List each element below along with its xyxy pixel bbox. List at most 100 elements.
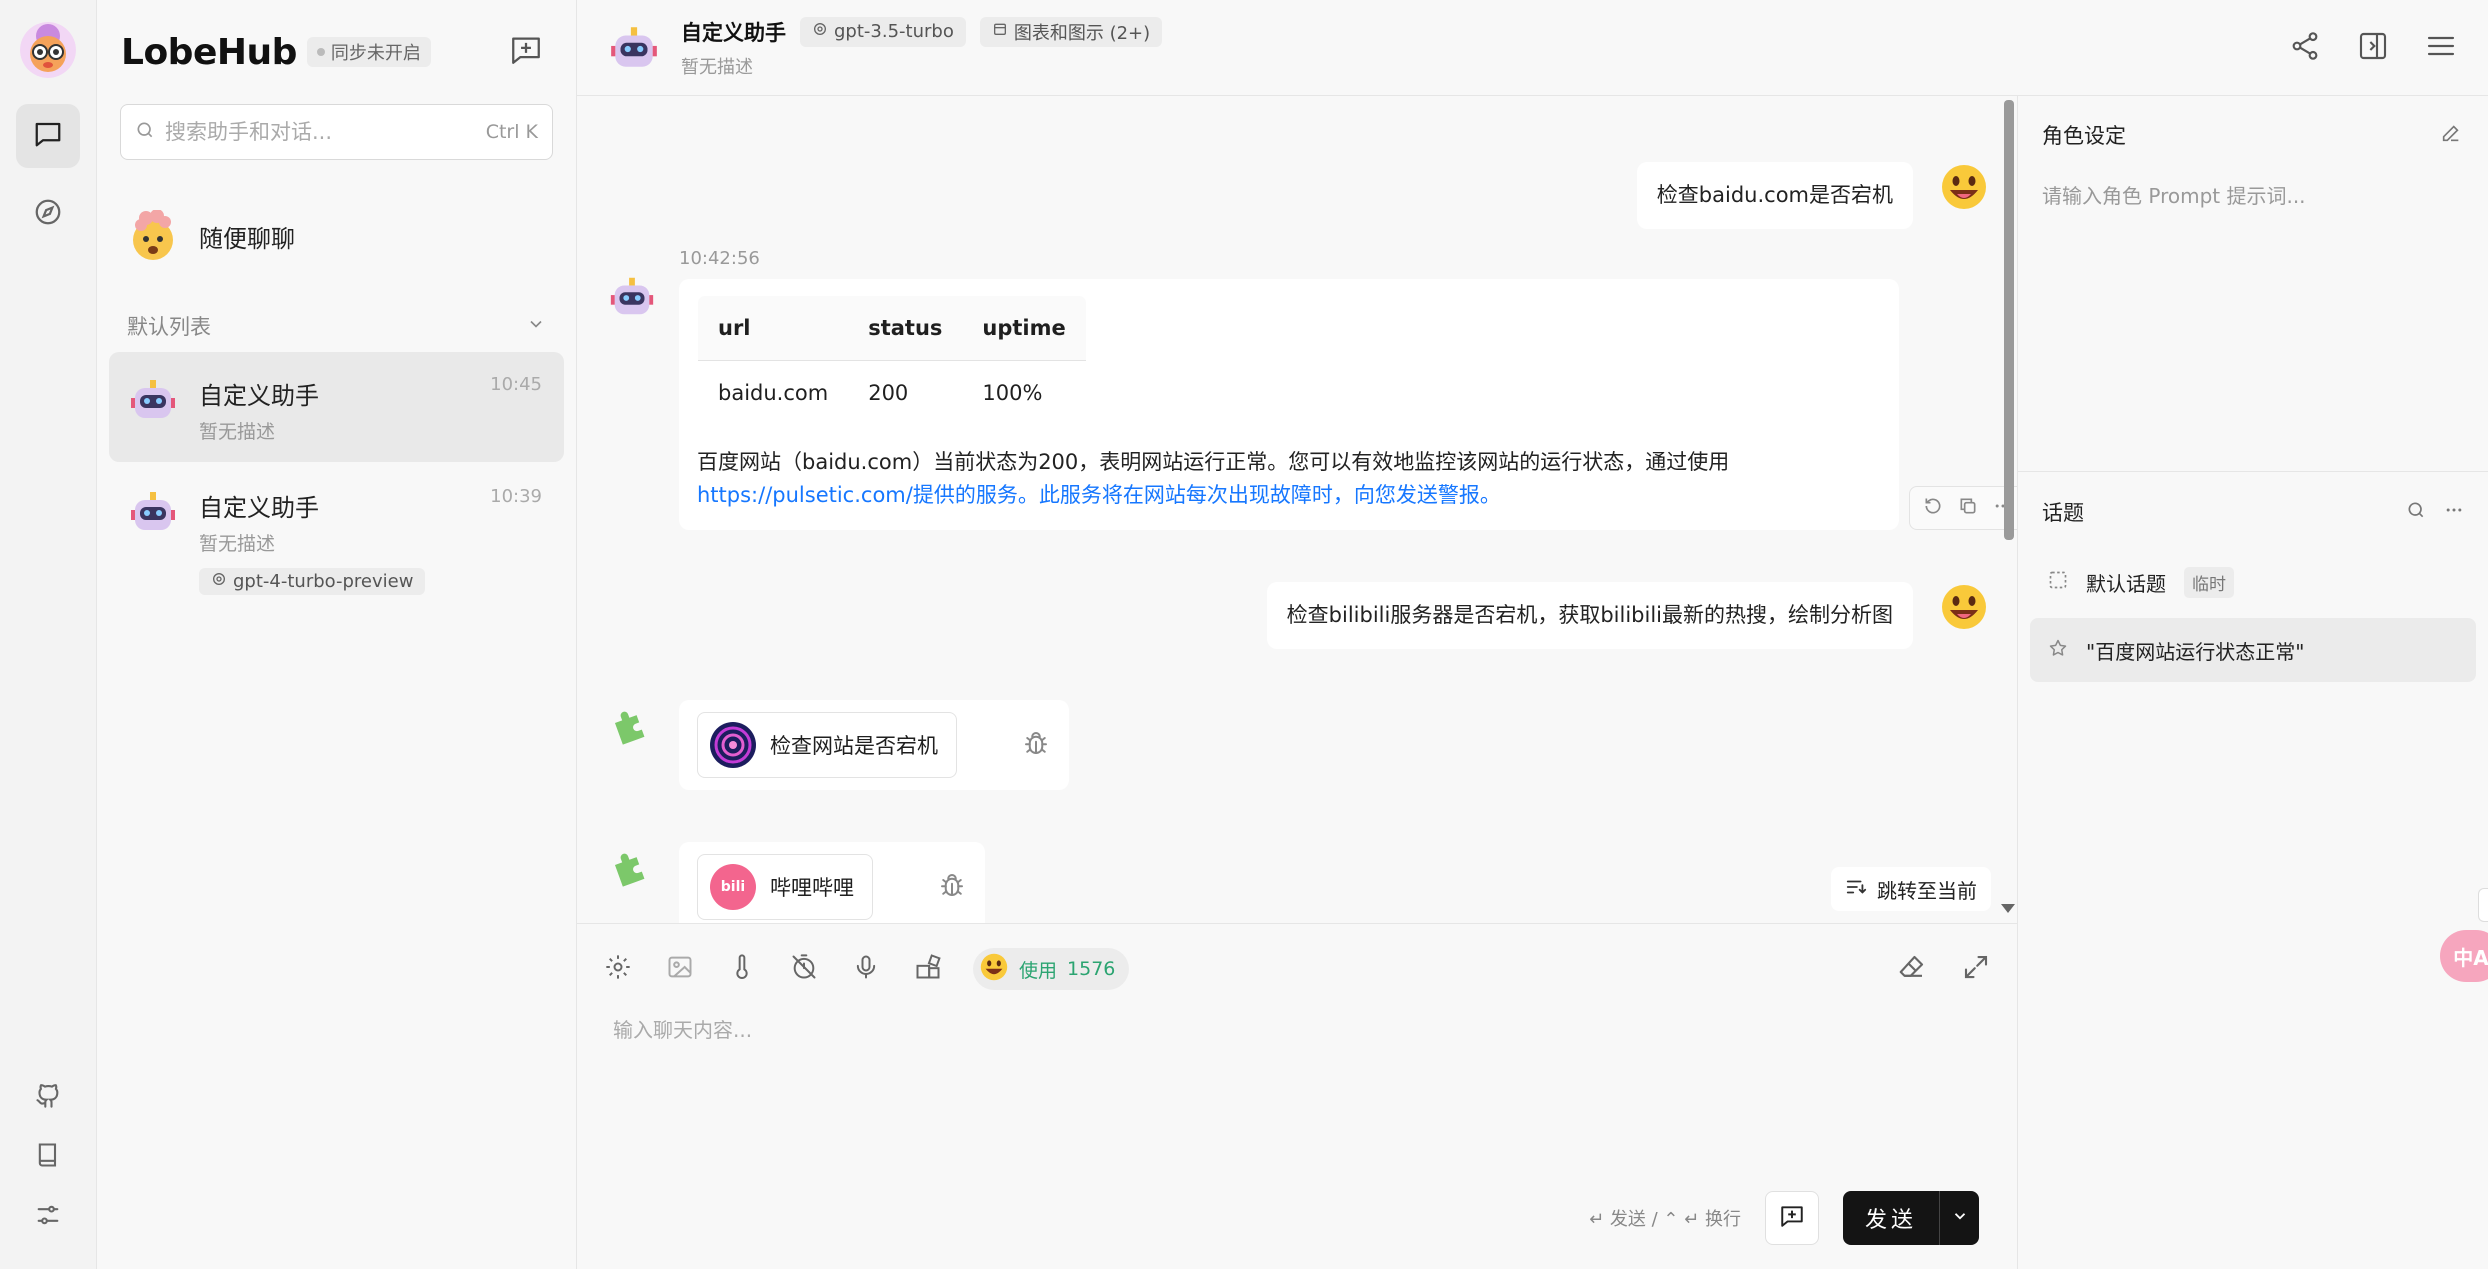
random-chat-label: 随便聊聊 [199, 224, 295, 253]
token-count: 1576 [1067, 958, 1116, 980]
user-avatar[interactable] [20, 22, 76, 78]
session-time: 10:39 [490, 486, 542, 507]
table-row: baidu.com 200 100% [698, 361, 1086, 426]
brain-gear-icon [604, 953, 632, 985]
topic-item[interactable]: "百度网站运行状态正常" [2030, 618, 2476, 682]
puzzle-icon [607, 842, 657, 892]
list-arrow-icon [1845, 876, 1867, 903]
assistant-message: 10:42:56 url status uptime baidu.com 200… [607, 248, 2017, 530]
topic-title: 话题 [2042, 501, 2084, 525]
table-cell: 100% [982, 381, 1043, 405]
history-limit-button[interactable] [787, 952, 821, 986]
jump-label: 跳转至当前 [1877, 878, 1977, 903]
bug-icon[interactable] [937, 870, 967, 904]
topic-label: 默认话题 [2086, 571, 2166, 596]
token-label: 使用 [1019, 959, 1058, 982]
default-list-group[interactable]: 默认列表 [109, 300, 564, 352]
jump-to-current-button[interactable]: 跳转至当前 [1831, 867, 1991, 911]
send-hint: ↵ 发送 / ⌃ ↵ 换行 [1589, 1209, 1741, 1230]
translate-floating-button[interactable]: 中A [2440, 930, 2488, 982]
bug-icon[interactable] [1021, 728, 1051, 762]
role-placeholder[interactable]: 请输入角色 Prompt 提示词... [2042, 180, 2464, 209]
send-options-button[interactable] [1939, 1191, 1979, 1245]
chat-scrollbar[interactable] [2001, 96, 2017, 923]
plugin-chip-bilibili[interactable]: bili 哔哩哔哩 [697, 854, 873, 920]
expand-input-button[interactable] [1959, 952, 1993, 986]
search-shortcut: Ctrl K [485, 121, 538, 143]
voice-input-button[interactable] [849, 952, 883, 986]
puzzle-icon [607, 700, 657, 750]
send-button[interactable]: 发送 [1842, 1191, 1939, 1245]
scroll-thumb[interactable] [2004, 100, 2014, 540]
robot-avatar [127, 374, 179, 426]
star-icon[interactable] [2048, 638, 2068, 663]
message-actions [1909, 486, 2017, 530]
token-usage-pill[interactable]: 使用 1576 [973, 948, 1130, 990]
message-list[interactable]: 检查baidu.com是否宕机 10:42:56 url status upti… [577, 96, 2017, 923]
docs-button[interactable] [16, 1129, 80, 1185]
pulsetic-link[interactable]: https://pulsetic.com/提供的服务。此服务将在网站每次出现故障… [697, 483, 1501, 507]
role-section: 角色设定 请输入角色 Prompt 提示词... [2018, 96, 2488, 472]
assistant-message-bubble: url status uptime baidu.com 200 100% 百度网… [679, 279, 2017, 530]
search-icon [135, 120, 155, 144]
search-input[interactable] [165, 120, 486, 144]
github-icon [34, 1081, 62, 1113]
plugin-chip-uptime[interactable]: 检查网站是否宕机 [697, 712, 957, 778]
openai-icon [211, 571, 227, 592]
session-item[interactable]: 自定义助手 暂无描述 10:45 [109, 352, 564, 462]
robot-avatar [607, 272, 657, 322]
side-panel: 角色设定 请输入角色 Prompt 提示词... 话题 默认话题 临时 "百度网… [2018, 96, 2488, 1269]
temperature-button[interactable] [725, 952, 759, 986]
session-item[interactable]: 自定义助手 暂无描述 gpt-4-turbo-preview 10:39 [109, 464, 564, 613]
plugin-name: 检查网站是否宕机 [770, 734, 938, 758]
user-emoji-avatar [1939, 582, 1989, 632]
upload-image-button[interactable] [663, 952, 697, 986]
chevron-down-icon [1951, 1207, 1969, 1229]
edit-icon [2440, 125, 2462, 148]
plugin-message: 检查网站是否宕机 [607, 700, 1069, 790]
assistant-title: 自定义助手 [681, 20, 786, 45]
plugin-name: 哔哩哔哩 [770, 876, 854, 900]
plugins-button[interactable] [911, 952, 945, 986]
copy-icon[interactable] [1958, 496, 1978, 520]
regenerate-icon[interactable] [1923, 496, 1943, 520]
discover-nav-button[interactable] [16, 182, 80, 246]
share-button[interactable] [2286, 29, 2324, 67]
message-time: 10:42:56 [679, 248, 760, 269]
menu-button[interactable] [2422, 29, 2460, 67]
default-list-label: 默认列表 [127, 315, 211, 339]
chat-nav-button[interactable] [16, 104, 80, 168]
plugins-tag[interactable]: 图表和图示 (2+) [979, 16, 1163, 47]
floating-edge-tab[interactable] [2478, 888, 2488, 922]
temp-badge: 临时 [2184, 566, 2234, 598]
sync-status-badge[interactable]: 同步未开启 [306, 37, 431, 67]
plugins-label: 图表和图示 (2+) [1013, 22, 1151, 44]
user-message: 检查bilibili服务器是否宕机，获取bilibili最新的热搜，绘制分析图 [1266, 582, 1989, 650]
add-message-button[interactable] [1764, 1191, 1819, 1245]
timer-off-icon [790, 953, 818, 985]
plugin-card: bili 哔哩哔哩 [679, 842, 985, 923]
user-message-bubble: 检查baidu.com是否宕机 [1636, 162, 1913, 230]
edit-role-button[interactable] [2440, 122, 2462, 148]
more-icon[interactable] [2444, 500, 2464, 524]
scroll-down-arrow[interactable] [2001, 904, 2015, 913]
github-button[interactable] [16, 1069, 80, 1125]
openai-icon [812, 21, 828, 42]
plugin-card: 检查网站是否宕机 [679, 700, 1069, 790]
app-logo: LobeHub [121, 31, 297, 73]
model-settings-button[interactable] [601, 952, 635, 986]
model-tag[interactable]: gpt-3.5-turbo [800, 16, 966, 47]
menu-icon [2425, 30, 2457, 66]
clear-context-button[interactable] [1895, 952, 1929, 986]
settings-button[interactable] [16, 1189, 80, 1245]
user-message: 检查baidu.com是否宕机 [1636, 162, 1989, 230]
sync-dot [316, 48, 325, 56]
random-chat-item[interactable]: 随便聊聊 [109, 196, 564, 276]
new-chat-button[interactable] [506, 32, 546, 72]
radar-logo-icon [710, 722, 756, 768]
chat-textarea[interactable] [613, 1014, 1993, 1174]
search-icon[interactable] [2406, 500, 2426, 524]
assistant-avatar[interactable] [607, 21, 661, 75]
topic-item-default[interactable]: 默认话题 临时 [2030, 550, 2476, 614]
toggle-panel-button[interactable] [2354, 29, 2392, 67]
